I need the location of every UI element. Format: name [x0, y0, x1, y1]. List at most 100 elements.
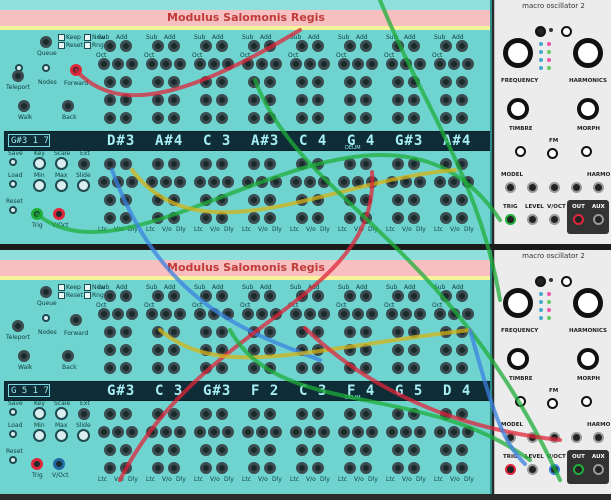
step-jack[interactable]	[256, 426, 268, 438]
step-jack[interactable]	[462, 426, 474, 438]
step-jack[interactable]	[98, 426, 110, 438]
step-jack[interactable]	[256, 58, 268, 70]
step-jack[interactable]	[104, 194, 116, 206]
step-jack[interactable]	[312, 94, 324, 106]
step-jack[interactable]	[414, 308, 426, 320]
step-jack[interactable]	[270, 58, 282, 70]
step-jack[interactable]	[392, 76, 404, 88]
step-jack[interactable]	[200, 194, 212, 206]
trig-out-jack[interactable]	[31, 208, 43, 220]
step-jack[interactable]	[104, 76, 116, 88]
step-jack[interactable]	[312, 112, 324, 124]
step-jack[interactable]	[360, 326, 372, 338]
step-jack[interactable]	[152, 326, 164, 338]
step-jack[interactable]	[440, 112, 452, 124]
step-jack[interactable]	[434, 426, 446, 438]
step-jack[interactable]	[152, 212, 164, 224]
slide-knob[interactable]	[77, 179, 90, 192]
step-jack[interactable]	[312, 462, 324, 474]
timbre-knob[interactable]	[507, 348, 529, 370]
step-jack[interactable]	[352, 176, 364, 188]
step-jack[interactable]	[296, 444, 308, 456]
step-jack[interactable]	[120, 344, 132, 356]
harmonics-knob[interactable]	[573, 288, 603, 318]
step-jack[interactable]	[120, 76, 132, 88]
teleport-jack[interactable]	[12, 70, 24, 82]
step-jack[interactable]	[152, 40, 164, 52]
step-jack[interactable]	[264, 158, 276, 170]
step-jack[interactable]	[440, 76, 452, 88]
step-jack[interactable]	[360, 194, 372, 206]
step-jack[interactable]	[400, 58, 412, 70]
step-jack[interactable]	[248, 94, 260, 106]
harmo-cv-jack[interactable]	[593, 432, 604, 443]
slide-knob[interactable]	[77, 429, 90, 442]
step-jack[interactable]	[242, 308, 254, 320]
out-jack[interactable]	[573, 464, 584, 475]
frequency-knob[interactable]	[503, 38, 533, 68]
step-jack[interactable]	[264, 194, 276, 206]
step-jack[interactable]	[296, 158, 308, 170]
scale-knob[interactable]	[55, 157, 68, 170]
step-jack[interactable]	[242, 426, 254, 438]
step-jack[interactable]	[160, 426, 172, 438]
step-jack[interactable]	[392, 362, 404, 374]
step-jack[interactable]	[304, 176, 316, 188]
step-jack[interactable]	[440, 326, 452, 338]
step-jack[interactable]	[112, 58, 124, 70]
step-jack[interactable]	[360, 362, 372, 374]
step-jack[interactable]	[296, 94, 308, 106]
step-jack[interactable]	[360, 112, 372, 124]
timbre-cv-knob[interactable]	[515, 146, 526, 157]
step-jack[interactable]	[318, 176, 330, 188]
step-jack[interactable]	[408, 290, 420, 302]
step-jack[interactable]	[408, 444, 420, 456]
step-jack[interactable]	[146, 176, 158, 188]
step-jack[interactable]	[414, 426, 426, 438]
step-jack[interactable]	[312, 40, 324, 52]
step-jack[interactable]	[386, 176, 398, 188]
harmo-cv-jack[interactable]	[593, 182, 604, 193]
step-jack[interactable]	[312, 212, 324, 224]
step-jack[interactable]	[392, 112, 404, 124]
step-jack[interactable]	[98, 176, 110, 188]
step-jack[interactable]	[208, 426, 220, 438]
step-jack[interactable]	[222, 176, 234, 188]
step-jack[interactable]	[216, 408, 228, 420]
timbre-cv-jack[interactable]	[527, 182, 538, 193]
step-jack[interactable]	[304, 426, 316, 438]
step-jack[interactable]	[304, 58, 316, 70]
step-jack[interactable]	[248, 290, 260, 302]
step-jack[interactable]	[152, 462, 164, 474]
step-jack[interactable]	[304, 308, 316, 320]
step-jack[interactable]	[456, 344, 468, 356]
step-jack[interactable]	[216, 112, 228, 124]
step-jack[interactable]	[360, 344, 372, 356]
voct-out-jack[interactable]	[53, 458, 65, 470]
step-jack[interactable]	[392, 94, 404, 106]
step-jack[interactable]	[386, 58, 398, 70]
step-jack[interactable]	[104, 408, 116, 420]
step-jack[interactable]	[200, 462, 212, 474]
step-jack[interactable]	[104, 158, 116, 170]
step-jack[interactable]	[296, 212, 308, 224]
step-jack[interactable]	[392, 444, 404, 456]
step-jack[interactable]	[256, 176, 268, 188]
step-jack[interactable]	[208, 176, 220, 188]
step-jack[interactable]	[408, 40, 420, 52]
queue-jack[interactable]	[40, 286, 52, 298]
step-jack[interactable]	[152, 344, 164, 356]
step-jack[interactable]	[408, 408, 420, 420]
step-jack[interactable]	[360, 40, 372, 52]
step-jack[interactable]	[392, 408, 404, 420]
step-jack[interactable]	[264, 290, 276, 302]
out-jack[interactable]	[573, 214, 584, 225]
forward-jack[interactable]	[70, 64, 82, 76]
step-jack[interactable]	[120, 444, 132, 456]
step-jack[interactable]	[296, 76, 308, 88]
step-jack[interactable]	[104, 462, 116, 474]
step-jack[interactable]	[248, 112, 260, 124]
step-jack[interactable]	[152, 444, 164, 456]
step-jack[interactable]	[152, 362, 164, 374]
step-jack[interactable]	[120, 40, 132, 52]
